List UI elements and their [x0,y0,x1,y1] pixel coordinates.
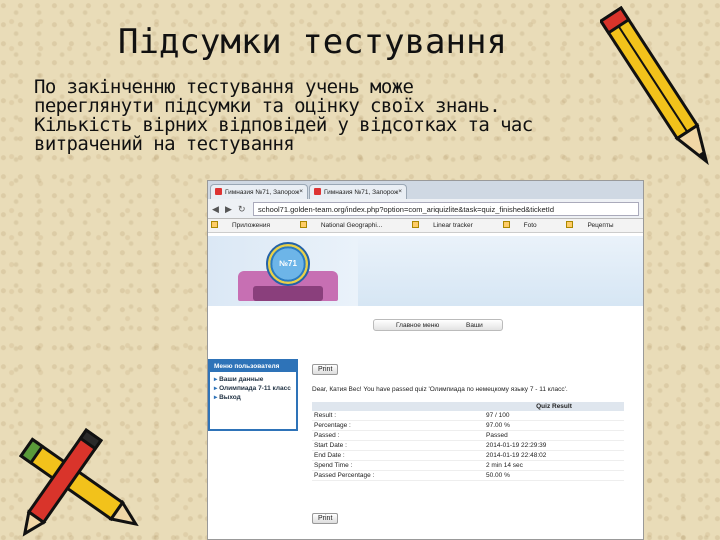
bookmark-label: Linear tracker [433,222,473,229]
table-row: Percentage :97.00 % [312,420,624,431]
row-value: Passed [484,430,624,441]
row-label: Start Date : [312,440,484,451]
banner-sofa-seat [253,286,323,301]
close-icon[interactable]: × [398,188,402,195]
row-value: 97.00 % [484,420,624,431]
print-button-bottom[interactable]: Print [312,513,339,524]
url-field[interactable]: school71.golden-team.org/index.php?optio… [253,202,639,216]
favicon-icon [314,188,321,195]
crossed-pencils-icon [18,428,139,537]
user-menu-item-logout[interactable]: Выход [214,393,292,401]
address-bar: ◀ ▶ ↻ school71.golden-team.org/index.php… [208,199,643,219]
browser-screenshot: Гимназия №71, Запорож × Гимназия №71, Зап… [207,180,644,540]
body-line: витрачений на тестування [34,133,295,155]
favicon-icon [215,188,222,195]
bookmark-label: National Geographi... [320,222,383,229]
user-menu-item-olympiad[interactable]: Олимпиада 7-11 класс [214,384,292,392]
row-label: Percentage : [312,420,484,431]
user-menu-title: Меню пользователя [210,361,296,372]
tab-label: Гимназия №71, Запорож [225,189,300,196]
slide-body: По закінченню тестування учень може пере… [34,78,594,154]
nav-item-main-menu[interactable]: Главное меню [396,322,439,329]
reload-icon[interactable]: ↻ [238,204,246,215]
row-label: Spend Time : [312,460,484,471]
folder-icon [412,221,420,228]
folder-icon [566,221,574,228]
folder-icon [211,221,218,228]
row-value: 2 min 14 sec [484,460,624,471]
user-menu-item-data[interactable]: Ваши данные [214,375,292,383]
bookmark-label: Рецепты [587,222,614,229]
pencil-icon [600,5,709,166]
table-row: Spend Time :2 min 14 sec [312,460,624,471]
tab-label: Гимназия №71, Запорож [324,189,399,196]
row-value: 97 / 100 [484,411,624,421]
nav-item-yours[interactable]: Ваши [466,322,483,329]
row-label: End Date : [312,450,484,461]
table-row: End Date :2014-01-19 22:48:02 [312,450,624,461]
print-button[interactable]: Print [312,364,339,375]
table-header: Quiz Result [484,402,624,411]
forward-icon[interactable]: ▶ [225,204,232,215]
table-row: Start Date :2014-01-19 22:29:39 [312,440,624,451]
top-nav: Главное меню Ваши [373,319,503,331]
bookmark-label: Приложения [232,222,271,229]
row-value: 2014-01-19 22:48:02 [484,450,624,461]
table-row: Passed : Passed [312,430,624,441]
bookmarks-bar: Приложения National Geographi... Linear … [208,219,643,233]
close-icon[interactable]: × [299,188,303,195]
bookmark-item[interactable]: Рецепты [566,221,627,229]
folder-icon [502,221,510,228]
slide-title: Підсумки тестування [118,22,507,62]
bookmark-item[interactable]: Приложения [211,221,284,229]
back-icon[interactable]: ◀ [212,204,219,215]
bookmark-label: Foto [523,222,537,229]
folder-icon [299,221,307,228]
row-label: Passed : [312,430,484,441]
quiz-result-table: Quiz Result Result :97 / 100 Percentage … [312,402,624,481]
browser-tab[interactable]: Гимназия №71, Запорож × [210,184,308,199]
result-message: Dear, Катия Вес! You have passed quiz 'О… [312,386,568,393]
table-row: Result :97 / 100 [312,411,624,421]
bookmark-item[interactable]: National Geographi... [299,221,396,229]
tab-bar: Гимназия №71, Запорож × Гимназия №71, Зап… [208,181,643,199]
site-header-banner: №71 [208,236,643,306]
row-label: Result : [312,411,484,421]
table-spacer [312,402,484,411]
row-value: 2014-01-19 22:29:39 [484,440,624,451]
row-label: Passed Percentage : [312,470,484,481]
table-row: Passed Percentage :50.00 % [312,470,624,481]
row-value: 50.00 % [484,470,624,481]
bookmark-item[interactable]: Linear tracker [412,221,487,229]
browser-tab[interactable]: Гимназия №71, Запорож × [309,184,407,199]
user-menu: Меню пользователя Ваши данные Олимпиада … [208,359,298,431]
school-logo[interactable]: №71 [266,242,310,286]
bookmark-item[interactable]: Foto [502,221,551,229]
